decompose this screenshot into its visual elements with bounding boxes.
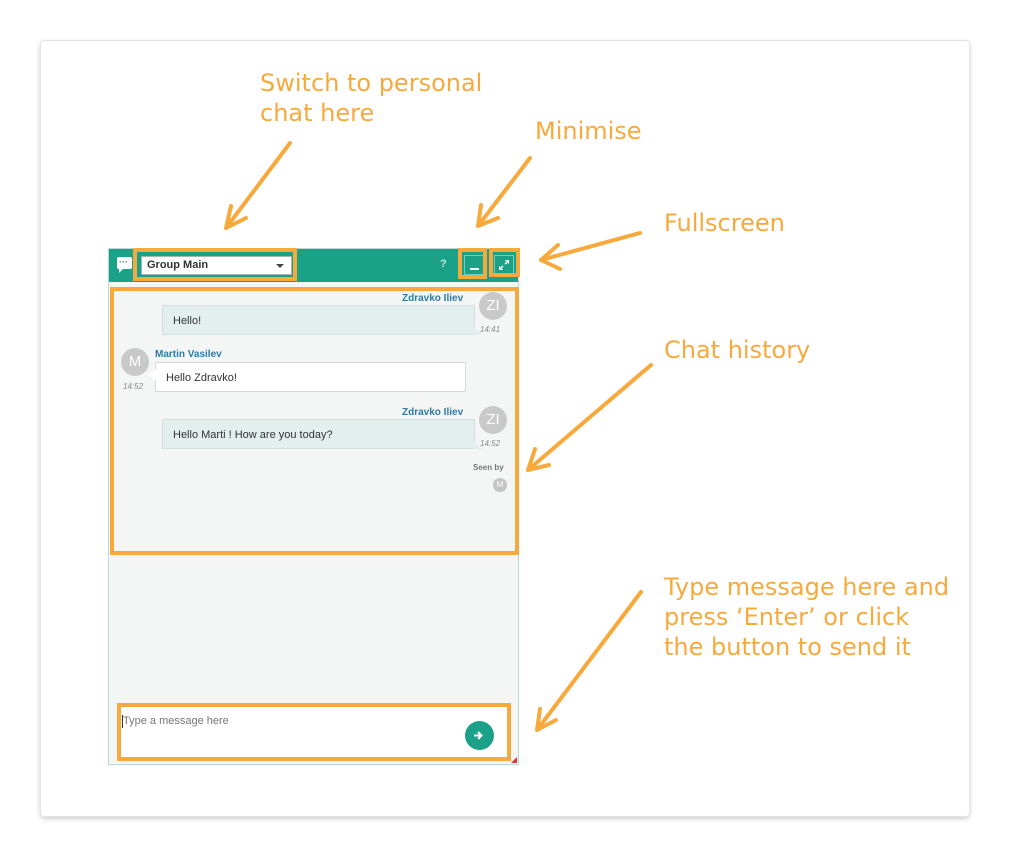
annotation-line: the button to send it (664, 633, 911, 661)
annotation-fullscreen: Fullscreen (664, 209, 785, 237)
annotation-chat-history: Chat history (664, 336, 811, 364)
arrow-minimise (476, 156, 532, 228)
annotation-line: press ‘Enter’ or click (664, 603, 910, 631)
annotation-line: Switch to personal (260, 69, 483, 97)
annotation-line: Type message here and (664, 573, 950, 601)
annotation-switch-chat: Switch to personal chat here (260, 68, 482, 128)
arrow-switch-chat (224, 141, 292, 230)
annotation-line: chat here (260, 99, 375, 127)
annotation-type-message: Type message here and press ‘Enter’ or c… (664, 572, 949, 662)
annotation-arrows (224, 141, 653, 732)
arrow-fullscreen (539, 231, 642, 271)
arrow-type-message (535, 590, 643, 732)
annotation-minimise: Minimise (535, 117, 642, 145)
arrow-history (526, 363, 653, 472)
